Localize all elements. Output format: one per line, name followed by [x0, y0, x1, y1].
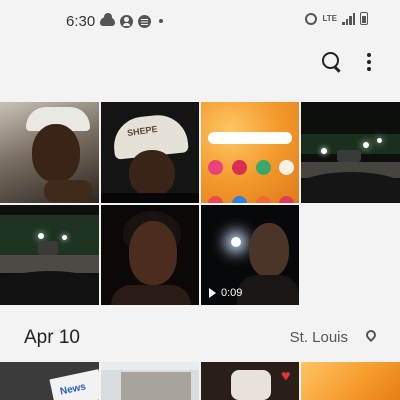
photo-thumbnail[interactable]: [101, 362, 199, 400]
alarm-icon: [305, 12, 318, 25]
cloud-icon: [100, 12, 115, 26]
dot-icon: [159, 19, 163, 23]
status-time: 6:30: [66, 13, 96, 30]
photo-thumbnail[interactable]: News: [0, 362, 99, 400]
spotify-icon: [138, 14, 151, 28]
photo-thumbnail[interactable]: [101, 205, 199, 305]
location-pin-icon[interactable]: [363, 327, 379, 343]
account-icon: [120, 14, 133, 28]
photo-thumbnail[interactable]: SHEPE: [101, 102, 199, 203]
date-group-header: Apr 10: [24, 327, 80, 348]
battery-icon: [360, 12, 368, 25]
photo-thumbnail[interactable]: [0, 102, 99, 203]
more-options-icon[interactable]: [358, 50, 382, 74]
screenshot-thumbnail[interactable]: [201, 102, 299, 203]
photo-thumbnail[interactable]: [301, 102, 400, 203]
video-thumbnail[interactable]: 0:09: [201, 205, 299, 305]
status-bar: 6:30 LTE: [0, 0, 400, 40]
play-icon: [209, 288, 216, 298]
video-duration: 0:09: [221, 287, 243, 299]
search-icon[interactable]: [320, 50, 344, 74]
system-icons: LTE: [305, 12, 368, 25]
video-badge: 0:09: [209, 287, 242, 299]
network-type: LTE: [322, 13, 337, 23]
location-label[interactable]: St. Louis: [290, 329, 348, 346]
favorite-heart-icon: ♥: [281, 368, 291, 385]
signal-icon: [342, 12, 355, 25]
screenshot-thumbnail[interactable]: [301, 362, 400, 400]
photo-thumbnail[interactable]: [0, 205, 99, 305]
notification-icons: [100, 12, 163, 29]
photo-thumbnail[interactable]: ♥: [201, 362, 299, 400]
